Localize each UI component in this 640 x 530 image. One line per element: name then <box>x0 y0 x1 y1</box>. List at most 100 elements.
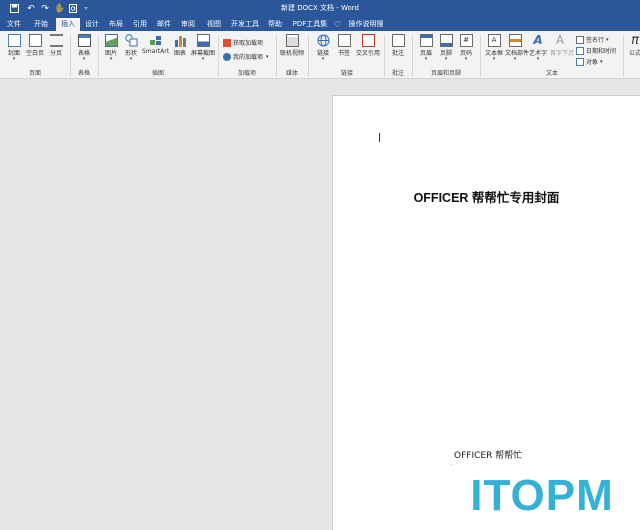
globe-link-icon <box>317 34 330 47</box>
cover-heading: OFFICER 帮帮忙专用封面 <box>413 191 560 205</box>
page-break-label: 分页 <box>49 50 62 57</box>
chart-icon <box>174 34 187 47</box>
tab-design[interactable]: 设计 <box>82 18 102 31</box>
table-icon <box>77 34 91 47</box>
blank-page-button[interactable]: 空白页 <box>25 34 45 57</box>
tell-me-search[interactable]: 操作说明搜索 <box>346 18 386 41</box>
group-comments-label: 批注 <box>391 70 404 77</box>
page-number-button[interactable]: # 页码 ▾ <box>456 34 476 62</box>
picture-button[interactable]: 图片 ▾ <box>101 34 121 62</box>
online-video-button[interactable]: 联机视频 <box>280 34 304 57</box>
divider <box>480 35 481 76</box>
tab-help[interactable]: 帮助 <box>264 18 286 31</box>
quick-parts-button[interactable]: 文档部件 ▾ <box>505 34 529 62</box>
blank-page-icon <box>28 34 42 47</box>
footer-button[interactable]: 页脚 ▾ <box>436 34 456 62</box>
divider <box>276 35 277 76</box>
tab-mailings[interactable]: 邮件 <box>154 18 174 31</box>
table-button[interactable]: 表格 ▾ <box>74 34 94 62</box>
group-pages-label: 页面 <box>28 70 41 77</box>
textbox-icon: A <box>487 34 501 47</box>
dropdown-arrow-icon: ▾ <box>492 56 496 62</box>
tab-pdf-tools[interactable]: PDF工具集 <box>290 18 330 31</box>
group-text-label: 文本 <box>545 70 558 77</box>
divider <box>623 35 624 76</box>
cross-reference-label: 交叉引用 <box>355 50 380 57</box>
dropdown-arrow-icon: ▾ <box>606 36 609 43</box>
video-icon <box>285 34 299 47</box>
group-tables-label: 表格 <box>77 70 90 77</box>
online-video-label: 联机视频 <box>280 50 305 57</box>
pi-icon: π <box>631 33 639 48</box>
bookmark-label: 书签 <box>337 50 350 57</box>
textbox-button[interactable]: A 文本框 ▾ <box>484 34 504 62</box>
header-icon <box>419 34 433 47</box>
date-time-label: 日期和时间 <box>586 48 617 55</box>
divider <box>412 35 413 76</box>
my-addins-button[interactable]: 我的加载项 ▾ <box>223 52 269 61</box>
equation-button[interactable]: π 公式 <box>627 34 640 57</box>
divider <box>218 35 219 76</box>
tab-file[interactable]: 文件 <box>4 18 24 31</box>
object-label: 对象 <box>586 59 599 66</box>
drop-cap-label: 首字下沉 <box>550 50 575 57</box>
date-time-button[interactable]: 日期和时间 <box>576 46 616 55</box>
dropdown-arrow-icon: ▾ <box>109 56 113 62</box>
tab-home[interactable]: 开始 <box>28 18 54 31</box>
divider <box>308 35 309 76</box>
page-break-icon <box>49 34 63 47</box>
chart-button[interactable]: 图表 <box>170 34 190 57</box>
smartart-icon <box>149 34 162 47</box>
get-addins-button[interactable]: 获取加载项 <box>223 38 263 47</box>
tab-review[interactable]: 审阅 <box>178 18 198 31</box>
shapes-icon <box>124 34 138 47</box>
tab-view[interactable]: 视图 <box>202 18 226 31</box>
object-icon <box>576 57 584 66</box>
text-cursor <box>379 133 380 142</box>
dropdown-arrow-icon: ▾ <box>12 56 16 62</box>
document-canvas[interactable]: OFFICER 帮帮忙专用封面 OFFICER 帮帮忙 · ITOPM <box>0 80 640 530</box>
tab-developer[interactable]: 开发工具 <box>228 18 262 31</box>
bookmark-button[interactable]: 书签 <box>334 34 354 57</box>
screenshot-button[interactable]: 屏幕截图 ▾ <box>190 34 216 62</box>
cover-footer-text: OFFICER 帮帮忙 <box>454 451 523 461</box>
comment-label: 批注 <box>391 50 404 57</box>
cross-reference-button[interactable]: 交叉引用 <box>355 34 381 57</box>
addin-icon <box>223 52 231 61</box>
wordart-button[interactable]: A 艺术字 ▾ <box>528 34 548 62</box>
page-break-button[interactable]: 分页 <box>46 34 66 57</box>
page-number-icon: # <box>459 34 473 47</box>
dropdown-arrow-icon: ▾ <box>464 56 468 62</box>
object-button[interactable]: 对象 ▾ <box>576 57 603 66</box>
cover-page-button[interactable]: 封面 ▾ <box>4 34 24 62</box>
bookmark-icon <box>337 34 351 47</box>
group-links-label: 链接 <box>340 70 353 77</box>
document-page[interactable]: OFFICER 帮帮忙专用封面 OFFICER 帮帮忙 · ITOPM <box>332 95 640 530</box>
cross-reference-icon <box>361 34 375 47</box>
footer-icon <box>439 34 453 47</box>
chart-label: 图表 <box>173 50 186 57</box>
signature-line-button[interactable]: 签名行 ▾ <box>576 35 609 44</box>
dropdown-arrow-icon: ▾ <box>513 56 517 62</box>
text-fragment: · <box>450 461 453 469</box>
lightbulb-icon: ♡ <box>334 20 342 29</box>
tab-references[interactable]: 引用 <box>130 18 150 31</box>
group-illustrations-label: 插图 <box>151 70 164 77</box>
group-header-footer-label: 页眉和页脚 <box>430 70 461 77</box>
header-button[interactable]: 页眉 ▾ <box>416 34 436 62</box>
drop-cap-button[interactable]: A 首字下沉 <box>550 34 575 58</box>
divider <box>70 35 71 76</box>
dropdown-arrow-icon: ▾ <box>600 58 603 65</box>
shapes-button[interactable]: 形状 ▾ <box>121 34 141 62</box>
link-button[interactable]: 链接 ▾ <box>313 34 333 62</box>
comment-button[interactable]: 批注 <box>388 34 408 57</box>
window-title: 新建 DOCX 文档 - Word <box>280 4 359 12</box>
watermark-logo: ITOPM <box>458 464 626 528</box>
tab-layout[interactable]: 布局 <box>106 18 126 31</box>
get-addins-label: 获取加载项 <box>233 40 264 47</box>
tab-insert[interactable]: 插入 <box>56 18 80 31</box>
dropdown-arrow-icon: ▾ <box>424 56 428 62</box>
my-addins-label: 我的加载项 <box>233 54 264 61</box>
screenshot-icon <box>196 34 210 47</box>
smartart-button[interactable]: SmartArt <box>142 34 169 55</box>
